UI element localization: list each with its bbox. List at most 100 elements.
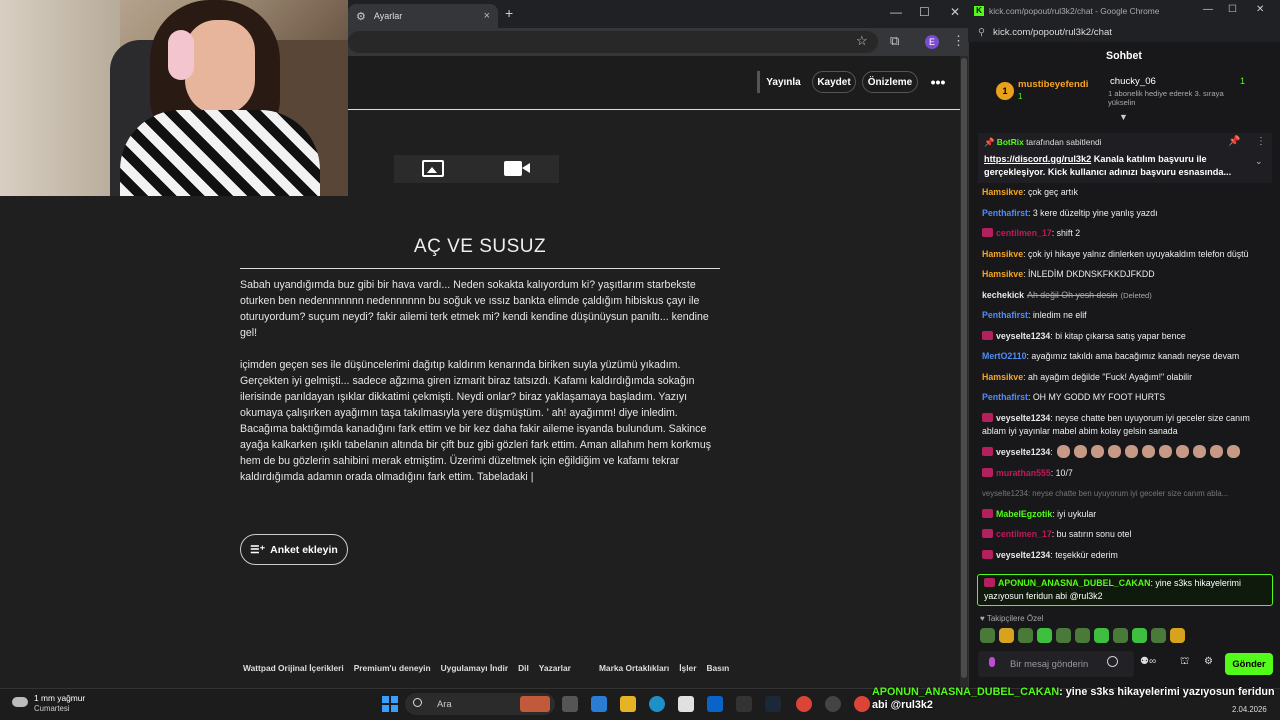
chat-message[interactable]: murathan555: 10/7 [982, 467, 1272, 480]
story-paragraph[interactable]: içimden geçen ses ile düşüncelerimi dağı… [240, 357, 720, 485]
weather-cloud-icon[interactable] [12, 697, 28, 707]
chat-username[interactable]: veyselte1234 [996, 550, 1050, 560]
chat-message[interactable]: MabelEgzotik: iyi uykular [982, 508, 1272, 521]
chat-username[interactable]: Penthafirst [982, 208, 1028, 218]
chat-message[interactable]: Penthafirst: inledim ne elif [982, 309, 1272, 322]
more-options-button[interactable]: ••• [926, 71, 950, 93]
chat-message[interactable]: kechekick Ah değil Oh yesh desin (Deleted) [982, 289, 1272, 302]
chat-message[interactable]: Penthafirst: OH MY GODD MY FOOT HURTS [982, 391, 1272, 404]
chat-username[interactable]: Hamsikve [982, 187, 1023, 197]
store-icon[interactable] [678, 696, 694, 712]
settings-gear-icon[interactable]: ⚙ [1204, 656, 1213, 667]
video-camera-icon[interactable] [504, 161, 530, 176]
chat-message[interactable]: veyselte1234: [982, 445, 1272, 459]
chat-username[interactable]: kechekick [982, 290, 1024, 300]
close-window-icon[interactable]: ✕ [1256, 4, 1264, 15]
chat-message[interactable]: centilmen_17: shift 2 [982, 227, 1272, 240]
story-paragraph[interactable]: Sabah uyandığımda buz gibi bir hava vard… [240, 277, 720, 341]
tab-settings[interactable]: ⚙ Ayarlar × [348, 4, 498, 28]
chat-message[interactable]: veyselte1234: neyse chatte ben uyuyorum … [982, 412, 1272, 438]
new-tab-icon[interactable]: + [505, 5, 513, 21]
emote-button[interactable] [1132, 628, 1147, 643]
outlook-icon[interactable] [707, 696, 723, 712]
image-icon[interactable] [422, 160, 444, 177]
maximize-icon[interactable]: ☐ [1228, 4, 1237, 15]
discord-link[interactable]: https://discord.gg/rul3k2 [984, 154, 1091, 164]
footer-link[interactable]: Dil [518, 663, 529, 673]
chat-message[interactable]: MertO2110: ayağımız takıldı ama bacağımı… [982, 350, 1272, 363]
footer-link[interactable]: Basın [706, 663, 729, 673]
chat-message[interactable]: Hamsikve: çok geç artık [982, 186, 1272, 199]
points-icon[interactable]: ⚉∞ [1140, 656, 1156, 667]
chat-username[interactable]: Penthafirst [982, 392, 1028, 402]
app-icon[interactable] [736, 696, 752, 712]
pin-icon[interactable]: 📌 [1228, 136, 1240, 147]
chat-username[interactable]: veyselte1234 [996, 331, 1050, 341]
chat-username[interactable]: Hamsikve [982, 269, 1023, 279]
top-gifter-name[interactable]: mustibeyefendi [1018, 79, 1088, 90]
chat-message[interactable]: Hamsikve: ah ayağım değilde "Fuck! Ayağı… [982, 371, 1272, 384]
emote-button[interactable] [1094, 628, 1109, 643]
chat-message[interactable]: Hamsikve: çok iyi hikaye yalnız dinlerke… [982, 248, 1272, 261]
chat-username[interactable]: centilmen_17 [996, 529, 1052, 539]
file-explorer-icon[interactable] [620, 696, 636, 712]
footer-link[interactable]: İşler [679, 663, 696, 673]
app-icon[interactable] [825, 696, 841, 712]
chat-username[interactable]: Hamsikve [982, 249, 1023, 259]
more-options-icon[interactable]: ⋮ [1256, 136, 1266, 147]
gift-icon[interactable]: ⛫ [1180, 656, 1189, 669]
second-gifter-name[interactable]: chucky_06 [1110, 76, 1156, 87]
emote-button[interactable] [1037, 628, 1052, 643]
minimize-icon[interactable]: — [890, 5, 902, 19]
chat-username[interactable]: centilmen_17 [996, 228, 1052, 238]
emote-button[interactable] [1018, 628, 1033, 643]
chevron-down-icon[interactable]: ⌄ [1255, 156, 1263, 167]
expand-leaderboard-icon[interactable]: ▼ [1119, 112, 1128, 122]
copilot-icon[interactable] [591, 696, 607, 712]
close-tab-icon[interactable]: × [484, 10, 490, 22]
emote-button[interactable] [999, 628, 1014, 643]
add-poll-button[interactable]: ☰⁺ Anket ekleyin [240, 534, 348, 565]
search-highlight-icon[interactable] [520, 696, 550, 712]
chat-message[interactable]: Penthafirst: 3 kere düzeltip yine yanlış… [982, 207, 1272, 220]
chat-username[interactable]: veyselte1234 [996, 447, 1050, 457]
extensions-icon[interactable]: ⧉ [890, 33, 899, 49]
chat-message[interactable]: veyselte1234: neyse chatte ben uyuyorum … [982, 487, 1272, 500]
emote-button[interactable] [980, 628, 995, 643]
task-view-icon[interactable] [562, 696, 578, 712]
footer-link[interactable]: Wattpad Orijinal İçerikleri [243, 663, 344, 673]
browser-menu-icon[interactable]: ⋮ [952, 33, 965, 49]
close-window-icon[interactable]: ✕ [950, 5, 960, 19]
chrome-icon[interactable] [796, 696, 812, 712]
weather-temperature[interactable]: 1 mm yağmur [34, 693, 85, 703]
footer-link[interactable]: Marka Ortaklıkları [599, 663, 669, 673]
minimize-icon[interactable]: — [1203, 4, 1213, 15]
windows-start-icon[interactable] [382, 696, 398, 712]
emote-button[interactable] [1151, 628, 1166, 643]
footer-link[interactable]: Uygulamayı İndir [441, 663, 508, 673]
chat-message[interactable]: veyselte1234: teşekkür ederim [982, 549, 1272, 562]
chat-username[interactable]: MabelEgzotik [996, 509, 1052, 519]
chat-username[interactable]: MertO2110 [982, 351, 1027, 361]
footer-link[interactable]: Premium'u deneyin [354, 663, 431, 673]
profile-avatar[interactable]: E [925, 35, 939, 49]
steam-icon[interactable] [765, 696, 781, 712]
maximize-icon[interactable]: ☐ [919, 5, 930, 19]
chat-username[interactable]: APONUN_ANASNA_DUBEL_CAKAN [998, 578, 1151, 588]
microphone-icon[interactable] [989, 657, 995, 667]
edge-icon[interactable] [649, 696, 665, 712]
chat-username[interactable]: Hamsikve [982, 372, 1023, 382]
chat-username[interactable]: veyselte1234 [996, 413, 1050, 423]
emote-button[interactable] [1075, 628, 1090, 643]
preview-button[interactable]: Önizleme [862, 71, 918, 93]
save-button[interactable]: Kaydet [812, 71, 856, 93]
story-title[interactable]: AÇ VE SUSUZ [240, 236, 720, 258]
highlighted-message[interactable]: APONUN_ANASNA_DUBEL_CAKAN: yine s3ks hik… [977, 574, 1273, 606]
chat-username[interactable]: murathan555 [996, 468, 1051, 478]
emote-button[interactable] [1056, 628, 1071, 643]
emoji-icon[interactable] [1107, 656, 1118, 667]
footer-link[interactable]: Yazarlar [539, 663, 571, 673]
send-button[interactable]: Gönder [1225, 653, 1273, 675]
bookmark-star-icon[interactable]: ☆ [856, 33, 868, 49]
scrollbar-thumb[interactable] [961, 58, 967, 678]
